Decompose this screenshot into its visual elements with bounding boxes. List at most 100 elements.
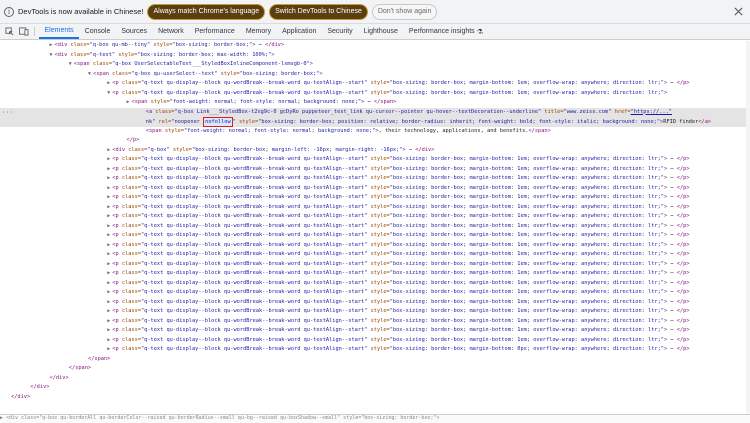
dom-tree-line[interactable]: ▼ <div class="q-text" style="box-sizing:… (0, 51, 746, 61)
dom-tree-line[interactable]: ▶ <p class="q-text qu-display--block qu-… (0, 326, 746, 336)
attr-link[interactable]: "https://..." (631, 109, 672, 115)
inspect-element-icon[interactable] (3, 24, 15, 39)
attr-value: "q-text qu-display--block qu-wordBreak--… (140, 336, 368, 343)
tab-performance-insights-label: Performance insights (408, 28, 475, 35)
attr-value: "box-sizing: border-box; margin-bottom: … (389, 89, 664, 96)
dont-show-again-button[interactable]: Don't show again (371, 3, 438, 20)
dom-tree-line[interactable]: ▶ <p class="q-text qu-display--block qu-… (0, 298, 746, 308)
tab-lighthouse[interactable]: Lighthouse (358, 24, 403, 39)
dom-tree-line[interactable]: ▶ <p class="q-text qu-display--block qu-… (0, 222, 746, 232)
attr-name: rel= (155, 119, 172, 125)
dom-tree-line[interactable]: </div> (0, 383, 746, 393)
language-infobar: i DevTools is now available in Chinese! … (0, 0, 750, 24)
dom-tree-scrollbar[interactable] (746, 41, 750, 414)
attr-name: style= (367, 222, 390, 229)
dom-tree-line[interactable]: ▼ <span class="q-box UserSelectableText_… (0, 60, 746, 70)
tab-memory[interactable]: Memory (240, 24, 276, 39)
attr-name: class= (121, 298, 141, 305)
tag-name: > (309, 61, 313, 67)
tab-console[interactable]: Console (79, 24, 116, 39)
attr-value: nk" (145, 119, 156, 125)
dom-tree-line[interactable]: ▼ <span class="q-box qu-userSelect--text… (0, 70, 746, 80)
dom-tree-line[interactable]: ▶ <p class="q-text qu-display--block qu-… (0, 174, 746, 184)
dom-tree-line[interactable]: ▶ <p class="q-text qu-display--block qu-… (0, 241, 746, 251)
attr-value: "q-text qu-display--block qu-wordBreak--… (140, 241, 368, 248)
dom-tree-line[interactable]: ▶ <span style="font-weight: normal; font… (0, 98, 746, 108)
tag-name: > (663, 89, 668, 96)
dom-tree-line[interactable]: ▶ <p class="q-text qu-display--block qu-… (0, 212, 746, 222)
dom-tree-line[interactable]: ▶ <p class="q-text qu-display--block qu-… (0, 79, 746, 89)
dom-tree-line[interactable]: ▶ <p class="q-text qu-display--block qu-… (0, 260, 746, 270)
tab-application[interactable]: Application (277, 24, 322, 39)
dom-tree-line[interactable]: </span> (0, 364, 746, 374)
attr-value: "q-text qu-display--block qu-wordBreak--… (140, 80, 368, 86)
dom-tree-line[interactable]: ▶ <p class="q-text qu-display--block qu-… (0, 269, 746, 279)
attr-value: "box-sizing: border-box; margin-bottom: … (389, 222, 664, 229)
tag-name: </p> (676, 336, 690, 343)
dom-tree-line[interactable]: <span style="font-weight: normal; font-s… (0, 127, 746, 137)
dom-tree-line[interactable]: ▶ <p class="q-text qu-display--block qu-… (0, 279, 746, 289)
dom-tree-line[interactable]: </span> (0, 355, 746, 365)
dom-tree-line[interactable]: ▶ <p class="q-text qu-display--block qu-… (0, 336, 746, 346)
switch-to-chinese-button[interactable]: Switch DevTools to Chinese (269, 3, 368, 20)
dom-tree-line[interactable]: ▶ <p class="q-text qu-display--block qu-… (0, 155, 746, 165)
attr-value: "box-sizing: border-box; max-width: 100%… (137, 51, 272, 58)
dom-tree-line[interactable]: ▶ <div class="q-box qu-mb--tiny" style="… (0, 41, 746, 51)
dom-tree-line[interactable]: ▶ <p class="q-text qu-display--block qu-… (0, 231, 746, 241)
attr-value: "box-sizing: border-box;" (239, 70, 320, 77)
attr-value: "q-text qu-display--block qu-wordBreak--… (140, 270, 368, 276)
dom-tree: ▶ <div class="q-box qu-mb--tiny" style="… (0, 41, 750, 414)
attr-name: style= (367, 175, 390, 181)
tab-performance[interactable]: Performance (189, 24, 240, 39)
dom-tree-line[interactable]: ▶ <p class="q-text qu-display--block qu-… (0, 203, 746, 213)
tag-name: </p> (676, 194, 690, 200)
tag-name: </p> (676, 156, 690, 162)
tag-name: <p (112, 203, 122, 210)
tag-name: </p> (676, 184, 690, 191)
attr-value: "box-sizing: border-box; margin-bottom: … (389, 346, 664, 352)
attr-value: "q-text qu-display--block qu-wordBreak--… (140, 203, 368, 210)
attr-value: "box-sizing: border-box; margin-bottom: … (389, 317, 664, 324)
device-toolbar-icon[interactable] (18, 24, 30, 39)
dom-tree-line[interactable]: ▶ <p class="q-text qu-display--block qu-… (0, 165, 746, 175)
tab-elements[interactable]: Elements (39, 24, 80, 39)
attr-name: title= (541, 108, 564, 115)
dom-tree-line[interactable]: nk" rel="noopener nofollow " style="box-s… (0, 117, 746, 127)
tag-name: </p> (676, 165, 690, 172)
dom-tree-line[interactable]: ▶ <p class="q-text qu-display--block qu-… (0, 317, 746, 327)
dom-tree-line[interactable]: ▶ <p class="q-text qu-display--block qu-… (0, 307, 746, 317)
tag-name: </div> (415, 146, 435, 153)
attr-name: style= (367, 317, 390, 324)
dom-tree-line[interactable]: ▶ <p class="q-text qu-display--block qu-… (0, 288, 746, 298)
dom-tree-line[interactable]: ▶ <div class="q-box" style="box-sizing: … (0, 146, 746, 156)
tag-name: <span (131, 99, 151, 105)
attr-value: "q-box qu-userSelect--text" (131, 70, 218, 77)
dom-tree-line[interactable]: ▼ <p class="q-text qu-display--block qu-… (0, 89, 746, 99)
tag-name: <p (112, 317, 122, 324)
dom-tree-line[interactable]: ··· <a class="q-box Link___StyledBox-t2xg… (0, 107, 746, 117)
attr-value: "q-text qu-display--block qu-wordBreak--… (140, 184, 368, 191)
attr-value: "box-sizing: border-box; margin-bottom: … (389, 308, 664, 314)
dom-tree-line[interactable]: ▶ <p class="q-text qu-display--block qu-… (0, 184, 746, 194)
tag-name: </p> (676, 203, 690, 210)
attr-name: class= (121, 289, 141, 295)
tab-security[interactable]: Security (322, 24, 358, 39)
tag-name: </p> (676, 327, 690, 333)
dom-tree-line[interactable]: ▶ <p class="q-text qu-display--block qu-… (0, 345, 746, 355)
tab-performance-insights[interactable]: Performance insights ⚗ (403, 24, 488, 39)
dom-tree-line[interactable]: </div> (0, 374, 746, 384)
dom-tree-line[interactable]: </div> (0, 393, 746, 403)
tag-name: <p (112, 251, 122, 257)
tag-name: <p (112, 80, 122, 86)
dom-tree-line[interactable]: </p> (0, 136, 746, 146)
dom-tree-line[interactable]: ▶ <p class="q-text qu-display--block qu-… (0, 193, 746, 203)
attr-name: style= (367, 232, 390, 238)
close-icon[interactable] (734, 7, 743, 16)
attr-name: style= (115, 51, 138, 58)
tab-network[interactable]: Network (153, 24, 190, 39)
attr-name: class= (121, 194, 141, 200)
tab-sources[interactable]: Sources (116, 24, 153, 39)
match-language-button[interactable]: Always match Chrome's language (147, 3, 266, 20)
dom-tree-line[interactable]: ▶ <p class="q-text qu-display--block qu-… (0, 250, 746, 260)
attr-value: "www.zeiss.com" (563, 108, 612, 115)
